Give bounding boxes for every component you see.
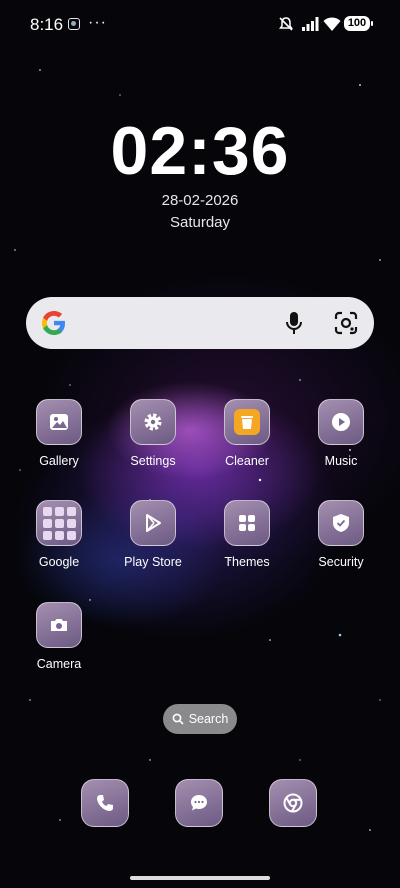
app-gallery[interactable]: Gallery xyxy=(19,399,99,468)
gallery-icon xyxy=(36,399,82,445)
app-music[interactable]: Music xyxy=(301,399,381,468)
app-play-store[interactable]: Play Store xyxy=(113,500,193,569)
trash-icon xyxy=(224,399,270,445)
signal-icon xyxy=(302,17,319,31)
app-label: Play Store xyxy=(124,555,182,569)
play-store-icon xyxy=(130,500,176,546)
app-google-folder[interactable]: Google xyxy=(19,500,99,569)
shield-icon xyxy=(318,500,364,546)
battery-indicator: 100 xyxy=(344,16,373,31)
app-settings[interactable]: Settings xyxy=(113,399,193,468)
app-camera[interactable]: Camera xyxy=(19,602,99,671)
app-cleaner[interactable]: Cleaner xyxy=(207,399,287,468)
dock-chrome[interactable] xyxy=(253,779,333,827)
app-search-button[interactable]: Search xyxy=(163,704,237,734)
clock-date: 28-02-2026 xyxy=(161,192,239,209)
app-label: Google xyxy=(38,555,80,569)
app-label: Music xyxy=(324,454,358,468)
camera-icon xyxy=(36,602,82,648)
search-icon xyxy=(172,713,184,725)
home-gesture-bar[interactable] xyxy=(130,876,270,880)
dock-phone[interactable] xyxy=(65,779,145,827)
app-label: Cleaner xyxy=(225,454,269,468)
messages-icon xyxy=(175,779,223,827)
google-logo-icon xyxy=(42,311,65,335)
play-icon xyxy=(318,399,364,445)
google-search-bar[interactable] xyxy=(26,297,374,349)
chrome-icon xyxy=(269,779,317,827)
gear-icon xyxy=(130,399,176,445)
app-label: Camera xyxy=(36,657,82,671)
dock-messages[interactable] xyxy=(159,779,239,827)
app-security[interactable]: Security xyxy=(301,500,381,569)
app-label: Security xyxy=(318,555,364,569)
app-label: Settings xyxy=(130,454,176,468)
app-label: Gallery xyxy=(39,454,79,468)
lens-icon[interactable] xyxy=(333,310,359,336)
wifi-icon xyxy=(323,17,341,31)
more-notifications-icon: ··· xyxy=(88,14,107,31)
phone-icon xyxy=(81,779,129,827)
app-label: Themes xyxy=(224,555,270,569)
clock-time[interactable]: 02:36 xyxy=(0,112,400,190)
mute-icon xyxy=(279,17,293,31)
search-label: Search xyxy=(188,712,229,726)
mic-icon[interactable] xyxy=(283,310,305,336)
clock-day: Saturday xyxy=(169,214,231,231)
app-themes[interactable]: Themes xyxy=(207,500,287,569)
notification-icon xyxy=(68,18,80,30)
grid-icon xyxy=(224,500,270,546)
status-bar: 8:16 ··· 100 xyxy=(0,0,400,50)
folder-icon xyxy=(36,500,82,546)
status-time: 8:16 xyxy=(30,15,64,34)
